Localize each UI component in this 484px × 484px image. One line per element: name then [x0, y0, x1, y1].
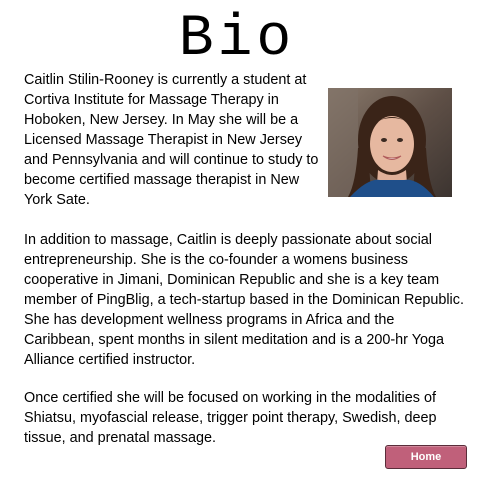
page-title: Bio [178, 7, 296, 72]
home-button[interactable]: Home [385, 445, 467, 469]
bio-paragraph-modalities: Once certified she will be focused on wo… [24, 390, 437, 446]
portrait-image [328, 88, 452, 197]
portrait-photo [328, 88, 452, 197]
bio-paragraph-entrepreneurship: In addition to massage, Caitlin is deepl… [24, 232, 464, 368]
bio-intro-paragraph: Caitlin Stilin-Rooney is currently a stu… [24, 72, 319, 208]
